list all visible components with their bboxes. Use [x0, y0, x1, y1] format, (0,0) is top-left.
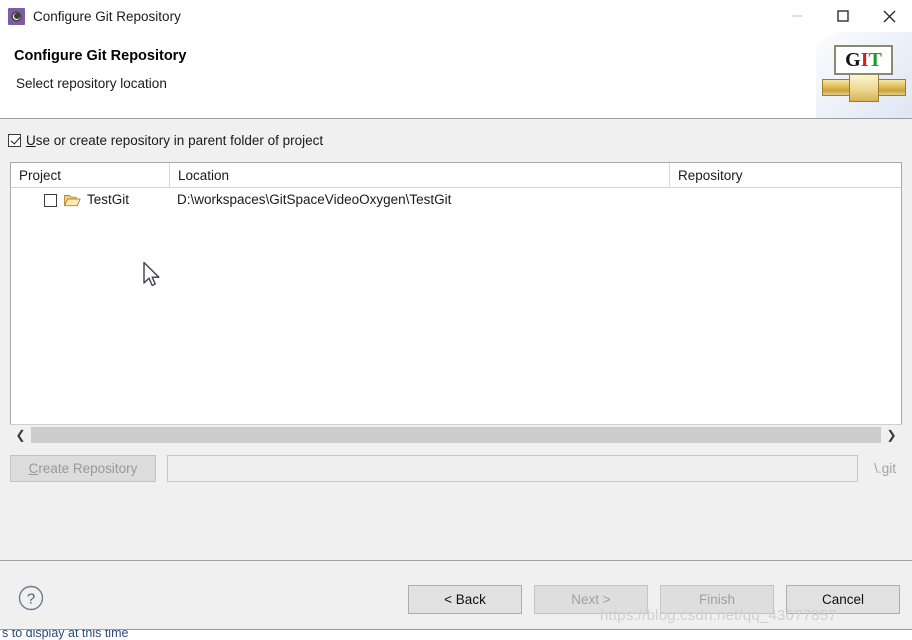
title-bar: Configure Git Repository: [0, 0, 912, 32]
parent-folder-label-rest: se or create repository in parent folder…: [35, 132, 324, 148]
table-row[interactable]: TestGit D:\workspaces\GitSpaceVideoOxyge…: [11, 188, 901, 212]
cancel-button[interactable]: Cancel: [786, 585, 900, 614]
window-title: Configure Git Repository: [33, 8, 181, 24]
create-repository-button[interactable]: Create Repository: [10, 455, 156, 482]
cancel-button-label: Cancel: [821, 592, 865, 607]
parent-folder-checkbox[interactable]: [8, 133, 21, 147]
cell-location[interactable]: D:\workspaces\GitSpaceVideoOxygen\TestGi…: [169, 188, 669, 212]
background-status-strip: s to display at this time: [0, 629, 912, 640]
maximize-icon: [837, 10, 849, 22]
next-button[interactable]: Next >: [534, 585, 648, 614]
minimize-icon: [792, 15, 802, 17]
repository-path-input[interactable]: [167, 455, 858, 482]
folder-icon: [64, 193, 81, 207]
column-header-project[interactable]: Project: [11, 163, 169, 188]
parent-folder-mnemonic: U: [26, 132, 36, 148]
minimize-button[interactable]: [774, 0, 820, 32]
back-button-label: < Back: [444, 592, 486, 607]
create-repository-label-rest: reate Repository: [38, 461, 138, 476]
dialog-header: Configure Git Repository Select reposito…: [0, 32, 912, 119]
git-suffix-label: \.git: [874, 461, 896, 476]
git-logo-letter-g: G: [845, 48, 861, 71]
create-repository-row: Create Repository \.git: [10, 455, 902, 482]
parent-folder-label: Use or create repository in parent folde…: [26, 133, 323, 148]
page-title: Configure Git Repository: [14, 48, 187, 64]
scrollbar-track[interactable]: [31, 425, 881, 445]
cell-repository[interactable]: [669, 188, 901, 212]
git-logo-letter-t: T: [868, 48, 882, 71]
chevron-left-icon[interactable]: ❮: [10, 425, 31, 445]
close-button[interactable]: [866, 0, 912, 32]
parent-folder-option-row[interactable]: Use or create repository in parent folde…: [8, 131, 323, 149]
dialog-footer: ? < Back Next > Finish Cancel: [0, 561, 912, 629]
help-button[interactable]: ?: [18, 585, 44, 611]
finish-button-label: Finish: [698, 592, 735, 607]
project-name: TestGit: [87, 192, 130, 207]
background-status-text: s to display at this time: [2, 629, 129, 640]
scrollbar-thumb[interactable]: [31, 427, 881, 443]
git-logo-collar: [849, 73, 879, 102]
configure-git-repository-dialog: Configure Git Repository Configure Git R…: [0, 0, 912, 640]
window-controls: [774, 0, 912, 32]
finish-button[interactable]: Finish: [660, 585, 774, 614]
create-repository-mnemonic: C: [28, 461, 39, 476]
git-logo-letter-i: I: [860, 48, 869, 71]
help-icon: ?: [18, 585, 44, 611]
close-icon: [883, 10, 895, 22]
column-header-repository[interactable]: Repository: [669, 163, 901, 188]
maximize-button[interactable]: [820, 0, 866, 32]
horizontal-scrollbar[interactable]: ❮ ❯: [10, 424, 902, 445]
cell-project[interactable]: TestGit: [11, 188, 169, 212]
svg-text:?: ?: [27, 591, 35, 608]
git-config-icon: [8, 7, 25, 25]
back-button[interactable]: < Back: [408, 585, 522, 614]
row-checkbox[interactable]: [44, 193, 57, 207]
page-subtitle: Select repository location: [16, 76, 167, 91]
table-header-row: Project Location Repository: [11, 163, 901, 188]
wizard-buttons: < Back Next > Finish Cancel: [408, 585, 900, 614]
column-header-location[interactable]: Location: [169, 163, 669, 188]
next-button-label: Next >: [571, 592, 611, 607]
chevron-right-icon[interactable]: ❯: [881, 425, 902, 445]
projects-table[interactable]: Project Location Repository TestGit D:\w…: [10, 162, 902, 445]
git-logo: GIT: [816, 32, 912, 118]
git-logo-plaque: GIT: [834, 45, 893, 75]
